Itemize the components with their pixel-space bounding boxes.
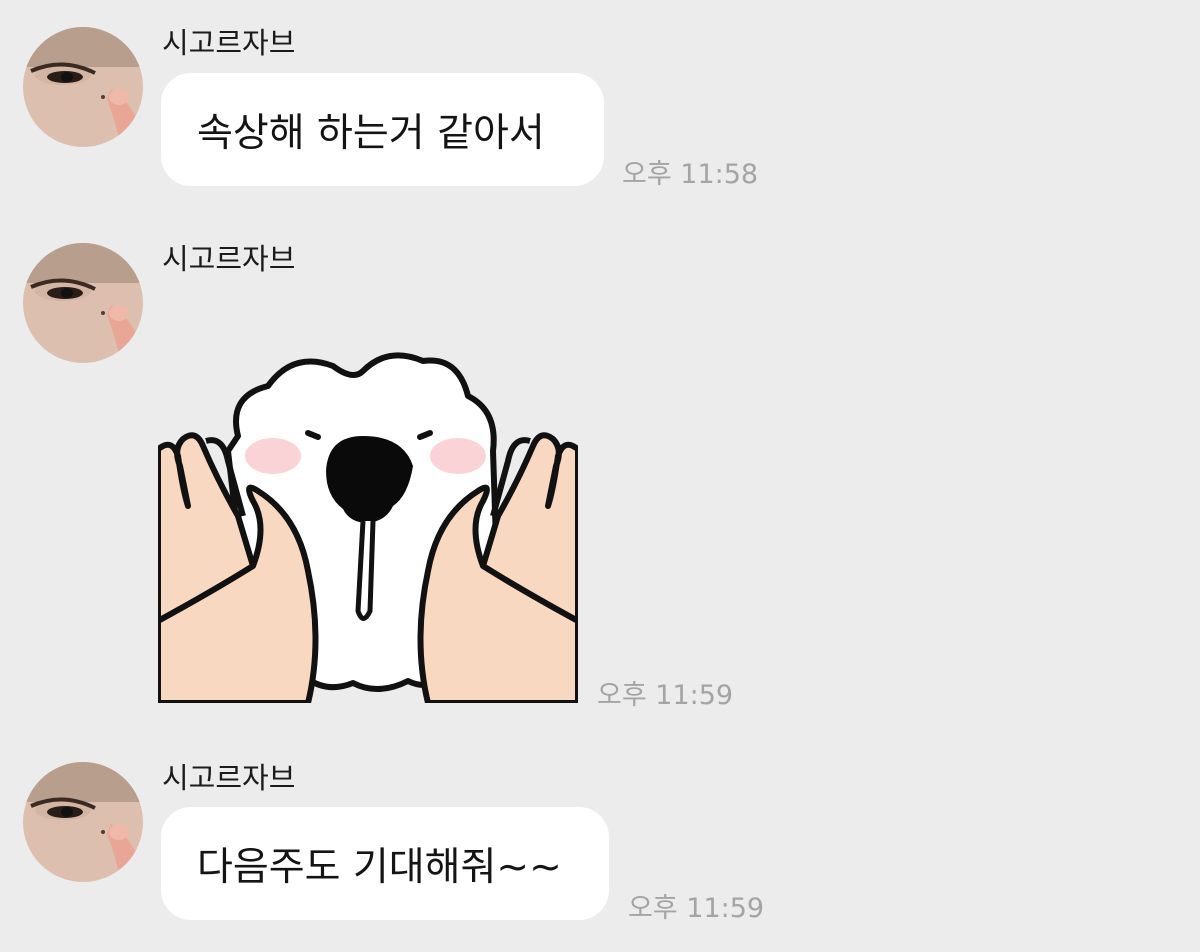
message-timestamp: 오후 11:59 — [597, 680, 734, 711]
message-timestamp: 오후 11:58 — [622, 159, 759, 190]
avatar[interactable] — [23, 27, 143, 147]
sender-name: 시고르자브 — [162, 761, 296, 795]
message-timestamp: 오후 11:59 — [628, 893, 765, 924]
message-bubble[interactable]: 다음주도 기대해줘~~ — [161, 807, 609, 920]
sender-name: 시고르자브 — [162, 242, 296, 276]
avatar[interactable] — [23, 243, 143, 363]
message-bubble[interactable]: 속상해 하는거 같아서 — [161, 73, 604, 186]
avatar[interactable] — [23, 762, 143, 882]
sender-name: 시고르자브 — [162, 26, 296, 60]
screaming-white-dog-sticker[interactable] — [155, 341, 581, 706]
